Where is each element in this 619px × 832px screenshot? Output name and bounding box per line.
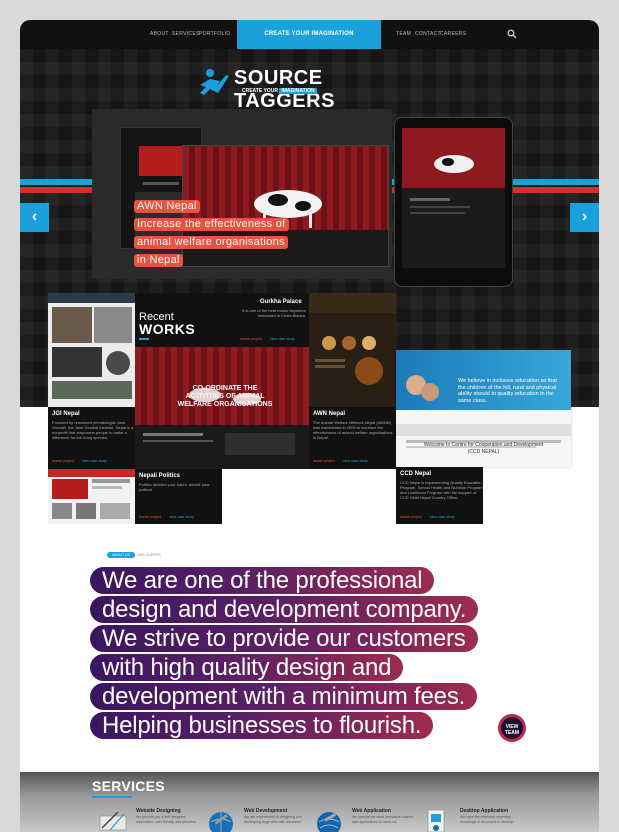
tablet-screen bbox=[402, 128, 505, 268]
service-title: Website Designing bbox=[136, 808, 181, 814]
ccd-launch-link[interactable]: launch project bbox=[400, 515, 422, 519]
politics-case-link[interactable]: view case study bbox=[169, 515, 194, 519]
awn-case-link[interactable]: view case study bbox=[343, 459, 368, 463]
brand-tagline: CREATE YOUR IMAGINATION bbox=[242, 88, 317, 94]
service-title: Web Development bbox=[244, 808, 288, 814]
awn-thumb-art bbox=[135, 388, 309, 469]
caption-line-2: Increase the effectiveness of bbox=[134, 218, 289, 231]
awn-desc: The Animal Welfare Network Nepal (AWNN) … bbox=[313, 420, 393, 440]
politics-title: Nepali Politics bbox=[139, 473, 181, 479]
ccd-title: CCD Nepal bbox=[400, 471, 432, 477]
page: ABOUT SERVICES PORTFOLIO CREATE YOUR IMA… bbox=[20, 20, 599, 832]
tagline-highlight: IMAGINATION bbox=[279, 88, 317, 94]
ccd-desc: CCD Nepal is implementing Quality Educat… bbox=[400, 480, 483, 500]
work-gurkha-info: Gurkha Palace It is one of the best Indi… bbox=[220, 295, 308, 345]
caption-line-3: animal welfare organisations bbox=[134, 236, 288, 249]
politics-launch-link[interactable]: launch project bbox=[139, 515, 161, 519]
caption-line-1: AWN Nepal bbox=[134, 200, 200, 213]
service-desc: We provide the most innovative custom we… bbox=[352, 815, 414, 824]
service-web-application[interactable]: Web Application We provide the most inno… bbox=[312, 808, 417, 832]
works-label: WORKS bbox=[139, 321, 196, 337]
gurkha-desc: It is one of the best Indian Nepalese re… bbox=[242, 308, 306, 318]
service-desktop-application[interactable]: Desktop Application We have the extensiv… bbox=[420, 808, 525, 832]
slider-prev-button[interactable]: ‹ bbox=[20, 203, 49, 232]
service-desc: We provide you a well designed, informat… bbox=[136, 815, 197, 824]
nav-contact[interactable]: CONTACT bbox=[415, 31, 441, 37]
work-jgi-thumb[interactable] bbox=[48, 293, 135, 407]
work-gurkha-thumb[interactable] bbox=[309, 293, 396, 407]
brand-logo[interactable]: SOURCE TAGGERS CREATE YOUR IMAGINATION bbox=[196, 67, 426, 112]
about-line-3: We strive to provide our customers bbox=[90, 625, 478, 652]
ccd-welcome: Welcome to Centre for Cooperation and De… bbox=[423, 442, 544, 448]
desktop-app-icon bbox=[427, 809, 445, 832]
jgi-launch-link[interactable]: launch project bbox=[52, 459, 74, 463]
politics-screenshot bbox=[48, 469, 135, 519]
services-heading: SERVICES bbox=[92, 778, 165, 794]
nav-careers[interactable]: CAREERS bbox=[440, 31, 466, 37]
work-jgi-info: JGI Nepal Founded by renowned primatolog… bbox=[48, 407, 135, 469]
work-awn-info: AWN Nepal The Animal Welfare Network Nep… bbox=[309, 407, 396, 469]
service-desc: We have the extensive expertise, knowled… bbox=[460, 815, 514, 824]
work-politics-thumb[interactable] bbox=[48, 469, 135, 524]
design-tools-icon bbox=[99, 811, 127, 831]
politics-desc: Politics decides your future, decide you… bbox=[139, 482, 210, 492]
ccd-banner-text: We believe in inclusive education so tha… bbox=[458, 378, 557, 404]
slide-caption: AWN Nepal Increase the effectiveness of … bbox=[134, 196, 289, 268]
jgi-desc: Founded by renowned primatologist Jane G… bbox=[52, 420, 134, 440]
heading-underline bbox=[139, 338, 149, 340]
gurkha-launch-link[interactable]: launch project bbox=[240, 337, 262, 341]
work-politics-info: Nepali Politics Politics decides your fu… bbox=[135, 469, 222, 524]
services-underline bbox=[92, 796, 132, 798]
caption-line-4: in Nepal bbox=[134, 254, 183, 267]
work-ccd-thumb[interactable]: We believe in inclusive education so tha… bbox=[396, 350, 571, 467]
work-ccd-info: CCD Nepal CCD Nepal is implementing Qual… bbox=[396, 467, 483, 524]
globe-wrench-icon bbox=[209, 812, 233, 832]
about-line-2: design and development company. bbox=[90, 596, 479, 623]
about-line-6: Helping businesses to flourish. bbox=[90, 712, 434, 739]
service-web-development[interactable]: Web Development We are experienced in de… bbox=[204, 808, 309, 832]
globe-app-icon bbox=[317, 812, 341, 832]
top-nav: ABOUT SERVICES PORTFOLIO CREATE YOUR IMA… bbox=[20, 20, 599, 49]
tablet-screen-art bbox=[402, 128, 505, 268]
awn-title: AWN Nepal bbox=[313, 411, 346, 417]
slide-tablet bbox=[394, 117, 513, 287]
tab-our-clients[interactable]: OUR CLIENTS bbox=[137, 553, 177, 557]
jgi-title: JGI Nepal bbox=[52, 411, 80, 417]
jgi-case-link[interactable]: view case study bbox=[82, 459, 107, 463]
search-icon[interactable] bbox=[507, 29, 517, 39]
tab-about-us[interactable]: ABOUT US bbox=[107, 552, 135, 558]
about-line-1: We are one of the professional bbox=[90, 567, 435, 594]
jgi-screenshot bbox=[48, 293, 135, 399]
nav-portfolio[interactable]: PORTFOLIO bbox=[199, 31, 231, 37]
logo-figure-icon bbox=[200, 69, 229, 95]
service-desc: We are experienced in designing and deve… bbox=[244, 815, 302, 824]
awn-launch-link[interactable]: launch project bbox=[313, 459, 335, 463]
slider-next-button[interactable]: › bbox=[570, 203, 599, 232]
work-awn-thumb[interactable]: CO-ORDINATE THE ACTIVITIES OF ANIMAL WEL… bbox=[135, 347, 309, 469]
gurkha-title: Gurkha Palace bbox=[260, 299, 302, 305]
service-title: Web Application bbox=[352, 808, 391, 814]
nav-team[interactable]: TEAM bbox=[396, 31, 411, 37]
tagline-prefix: CREATE YOUR bbox=[242, 88, 278, 94]
chevron-right-icon: › bbox=[581, 208, 588, 225]
nav-services[interactable]: SERVICES bbox=[172, 31, 200, 37]
nav-about[interactable]: ABOUT bbox=[150, 31, 169, 37]
services-section: SERVICES Website Designing We provide yo… bbox=[20, 772, 599, 832]
chevron-left-icon: ‹ bbox=[31, 208, 38, 225]
view-team-label-2: TEAM bbox=[504, 730, 520, 736]
service-title: Desktop Application bbox=[460, 808, 509, 814]
gurkha-screenshot bbox=[309, 293, 396, 385]
view-team-button[interactable]: VIEW TEAM bbox=[498, 714, 526, 742]
about-line-4: with high quality design and bbox=[90, 654, 404, 681]
service-website-designing[interactable]: Website Designing We provide you a well … bbox=[96, 808, 201, 832]
about-line-5: development with a minimum fees. bbox=[90, 683, 478, 710]
ccd-case-link[interactable]: view case study bbox=[430, 515, 455, 519]
gurkha-case-link[interactable]: view case study bbox=[270, 337, 295, 341]
ccd-welcome-sub: (CCD NEPAL) bbox=[467, 449, 500, 455]
create-imagination-button[interactable]: CREATE YOUR IMAGINATION bbox=[237, 20, 381, 49]
